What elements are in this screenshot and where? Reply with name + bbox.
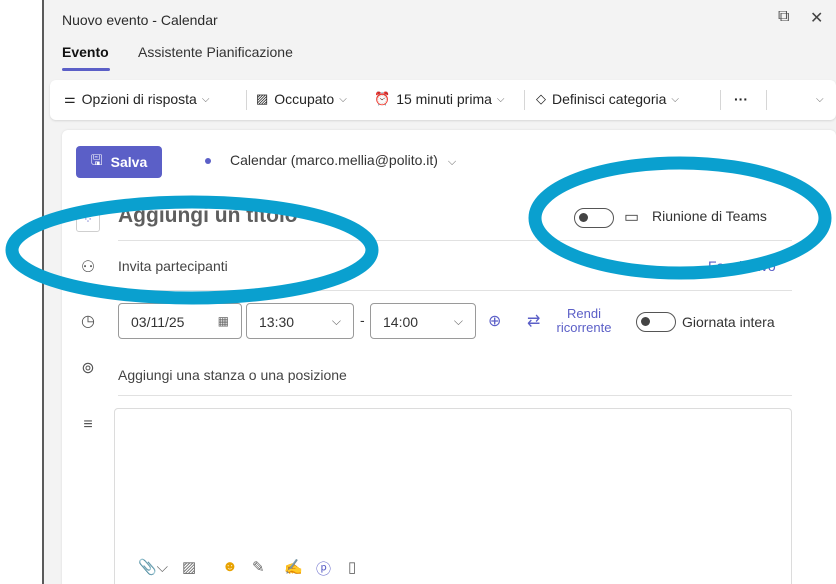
chevron-down-icon: ⌵ xyxy=(496,93,505,105)
status-icon: ▨ xyxy=(256,91,269,106)
category-label: Definisci categoria xyxy=(552,91,667,107)
date-picker[interactable]: 03/11/25 ▦ xyxy=(118,303,242,339)
divider xyxy=(118,240,792,241)
active-tab-indicator xyxy=(62,68,110,71)
chevron-down-icon: ⌵ xyxy=(339,93,347,105)
calendar-selector[interactable]: Calendar (marco.mellia@polito.it) ⌵ xyxy=(230,152,456,169)
event-title-input[interactable]: Aggiungi un titolo xyxy=(118,204,298,228)
event-form: 🖫 Salva Calendar (marco.mellia@polito.it… xyxy=(62,130,836,584)
globe-icon[interactable]: ⊕ xyxy=(488,311,501,331)
start-time-value: 13:30 xyxy=(259,314,295,330)
save-button[interactable]: 🖫 Salva xyxy=(76,146,162,178)
response-options-label: Opzioni di risposta xyxy=(81,91,197,107)
screenshot: Nuovo evento - Calendar ⧉ ✕ Evento Assis… xyxy=(0,0,836,584)
chevron-down-icon: ⌵ xyxy=(447,156,457,168)
window-title: Nuovo evento - Calendar xyxy=(62,12,218,28)
end-time-dropdown[interactable]: 14:00 ⌵ xyxy=(370,303,476,339)
busy-status-dropdown[interactable]: ▨ Occupato ⌵ xyxy=(256,91,347,107)
time-separator: - xyxy=(360,312,365,328)
divider xyxy=(118,290,792,291)
ribbon-divider xyxy=(766,90,767,110)
tab-assistente-pianificazione[interactable]: Assistente Pianificazione xyxy=(138,44,293,60)
sliders-icon: ⚌ xyxy=(64,91,76,106)
text-lines-icon: ≡ xyxy=(83,416,93,433)
title-bar: Nuovo evento - Calendar ⧉ ✕ xyxy=(44,0,836,38)
reminder-dropdown[interactable]: ⏰ 15 minuti prima ⌵ xyxy=(374,91,504,107)
signature-icon[interactable]: ✍ xyxy=(284,558,303,576)
toggle-knob xyxy=(641,317,650,326)
loop-icon[interactable]: ⓟ xyxy=(316,558,331,579)
image-icon[interactable]: ▨ xyxy=(182,558,196,576)
end-time-value: 14:00 xyxy=(383,314,419,330)
repeat-icon[interactable]: ⇄ xyxy=(527,311,540,331)
alarm-clock-icon: ⏰ xyxy=(374,91,391,106)
close-icon[interactable]: ✕ xyxy=(810,8,823,28)
clock-icon: ◷ xyxy=(81,313,95,330)
calendar-color-dot xyxy=(205,158,211,164)
highlighter-icon[interactable]: ✎ xyxy=(252,558,265,576)
tab-evento[interactable]: Evento xyxy=(62,44,109,60)
location-input[interactable]: Aggiungi una stanza o una posizione xyxy=(118,367,347,383)
chevron-down-icon: ⌵ xyxy=(453,314,463,328)
divider xyxy=(118,395,792,396)
reminder-label: 15 minuti prima xyxy=(396,91,492,107)
background-edge xyxy=(0,0,42,584)
response-options-button[interactable]: ⚌ Opzioni di risposta ⌵ xyxy=(64,91,209,107)
popout-icon[interactable]: ⧉ xyxy=(778,8,789,26)
dictate-icon[interactable]: ▯ xyxy=(348,558,356,576)
ribbon-expand-chevron-icon[interactable]: ⌵ xyxy=(816,94,824,105)
people-add-icon: ⚇ xyxy=(80,259,96,276)
video-camera-icon: ▭ xyxy=(624,209,640,226)
busy-status-label: Occupato xyxy=(274,91,335,107)
tag-icon: ◇ xyxy=(536,91,546,106)
ribbon-divider xyxy=(524,90,525,110)
event-type-icon[interactable]: ⁘ xyxy=(76,208,100,232)
start-time-dropdown[interactable]: 13:30 ⌵ xyxy=(246,303,354,339)
chevron-down-icon: ⌵ xyxy=(671,93,679,105)
optional-attendees-link[interactable]: Facoltativo xyxy=(708,258,776,274)
recurrence-button[interactable]: Rendi ricorrente xyxy=(552,307,616,335)
chevron-down-icon: ⌵ xyxy=(201,93,210,105)
location-pin-icon: ⊚ xyxy=(81,360,95,377)
ribbon-toolbar: ⚌ Opzioni di risposta ⌵ ▨ Occupato ⌵ ⏰ 1… xyxy=(50,80,836,120)
all-day-toggle[interactable] xyxy=(636,312,676,332)
date-value: 03/11/25 xyxy=(131,314,185,330)
category-dropdown[interactable]: ◇ Definisci categoria ⌵ xyxy=(536,91,679,107)
ribbon-divider xyxy=(246,90,247,110)
new-event-window: Nuovo evento - Calendar ⧉ ✕ Evento Assis… xyxy=(44,0,836,584)
event-body-editor[interactable] xyxy=(114,408,792,584)
invite-attendees-input[interactable]: Invita partecipanti xyxy=(118,258,228,274)
ribbon-divider xyxy=(720,90,721,110)
teams-meeting-toggle[interactable] xyxy=(574,208,614,228)
calendar-icon: ▦ xyxy=(217,314,229,328)
attach-icon[interactable]: 📎⌵ xyxy=(138,558,168,576)
calendar-label: Calendar (marco.mellia@polito.it) xyxy=(230,152,438,168)
all-day-label: Giornata intera xyxy=(682,314,775,330)
save-icon: 🖫 xyxy=(90,152,103,168)
emoji-icon[interactable]: ☻ xyxy=(222,558,238,575)
more-options-button[interactable]: ··· xyxy=(734,91,748,107)
chevron-down-icon: ⌵ xyxy=(331,314,341,328)
toggle-knob xyxy=(579,213,588,222)
teams-meeting-label: Riunione di Teams xyxy=(652,208,767,224)
save-label: Salva xyxy=(110,154,148,170)
